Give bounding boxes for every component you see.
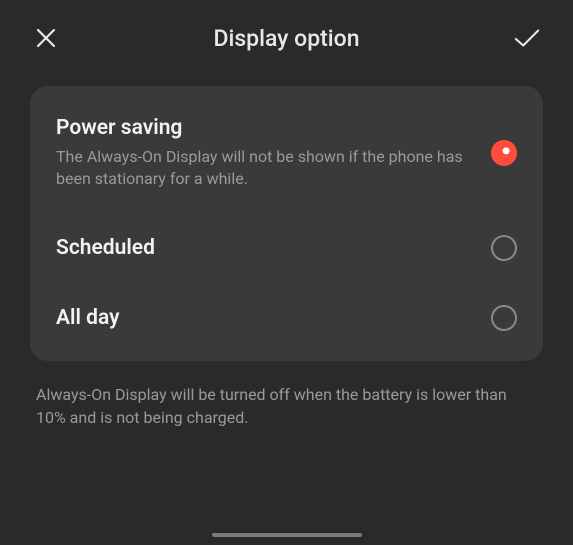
option-text: Power saving The Always-On Display will … (56, 116, 491, 191)
radio-unselected-icon[interactable] (491, 235, 517, 261)
radio-selected-icon[interactable] (491, 140, 517, 166)
option-title: Scheduled (56, 236, 471, 260)
option-title: All day (56, 306, 471, 330)
footer-note: Always-On Display will be turned off whe… (0, 361, 573, 429)
option-text: All day (56, 306, 491, 330)
option-description: The Always-On Display will not be shown … (56, 146, 471, 191)
option-all-day[interactable]: All day (30, 283, 543, 353)
page-title: Display option (213, 25, 359, 52)
radio-unselected-icon[interactable] (491, 305, 517, 331)
options-card: Power saving The Always-On Display will … (30, 86, 543, 361)
option-title: Power saving (56, 116, 471, 140)
option-power-saving[interactable]: Power saving The Always-On Display will … (30, 94, 543, 213)
confirm-icon[interactable] (513, 24, 541, 52)
close-icon[interactable] (32, 24, 60, 52)
option-text: Scheduled (56, 236, 491, 260)
option-scheduled[interactable]: Scheduled (30, 213, 543, 283)
header: Display option (0, 0, 573, 72)
home-indicator[interactable] (212, 533, 362, 537)
